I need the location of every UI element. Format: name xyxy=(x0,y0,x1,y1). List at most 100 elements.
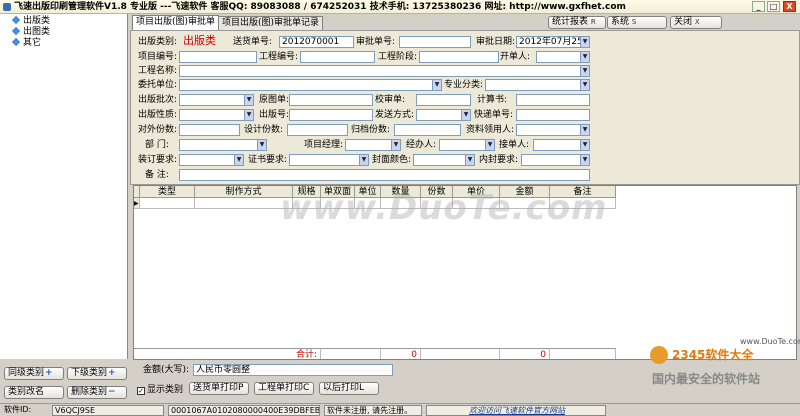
chevron-down-icon[interactable]: ▼ xyxy=(244,110,253,120)
chevron-down-icon[interactable]: ▼ xyxy=(359,155,368,165)
approve-date-picker[interactable]: 2012年07月25日 ▼ xyxy=(516,36,590,48)
specialty-select[interactable]: ▼ xyxy=(485,79,590,91)
archive-copies-field[interactable] xyxy=(394,124,461,136)
handler-select[interactable]: ▼ xyxy=(439,139,495,151)
badge-title: 2345软件大全 xyxy=(672,348,754,362)
project-no-field[interactable] xyxy=(179,51,257,63)
official-site-link[interactable]: 欢迎访问飞速软件官方网站 xyxy=(426,405,606,416)
express-field[interactable] xyxy=(516,109,590,121)
engineering-name-select[interactable]: ▼ xyxy=(179,65,590,77)
type-label: 出版类别: xyxy=(138,37,178,47)
tree-item-publish[interactable]: 出版类 xyxy=(11,15,50,27)
chevron-down-icon[interactable]: ▼ xyxy=(244,95,253,105)
system-button[interactable]: 系统 S xyxy=(607,16,667,29)
chevron-down-icon[interactable]: ▼ xyxy=(391,140,400,150)
chevron-down-icon[interactable]: ▼ xyxy=(580,140,589,150)
send-method-select[interactable]: ▼ xyxy=(416,109,471,121)
chevron-down-icon[interactable]: ▼ xyxy=(432,80,441,90)
chevron-down-icon[interactable]: ▼ xyxy=(580,52,589,62)
engineering-no-field[interactable] xyxy=(300,51,375,63)
close-window-button[interactable]: X xyxy=(783,1,796,12)
dept-label: 部 门: xyxy=(145,140,169,150)
chevron-down-icon[interactable]: ▼ xyxy=(580,37,589,47)
amount-words-field[interactable]: 人民币零圆整 xyxy=(193,364,393,376)
add-child-category-button[interactable]: 下级类别+ xyxy=(67,367,127,380)
print-later-button[interactable]: 以后打印L xyxy=(319,382,379,395)
send-method-label: 发送方式: xyxy=(375,110,415,120)
engineering-name-label: 工程名称: xyxy=(138,66,178,76)
minus-icon: − xyxy=(108,387,116,397)
chevron-down-icon[interactable]: ▼ xyxy=(580,80,589,90)
cover-color-label: 封面颜色: xyxy=(372,155,412,165)
site-badge: 2345软件大全 www.DuoTe.com 国内最安全的软件站 xyxy=(648,337,800,395)
nature-select[interactable]: ▼ xyxy=(179,109,254,121)
minimize-button[interactable]: _ xyxy=(752,1,765,12)
rename-category-button[interactable]: 类别改名 xyxy=(4,386,64,399)
print-send-button[interactable]: 送货单打印P xyxy=(189,382,249,395)
col-type[interactable]: 类型 xyxy=(140,186,195,198)
version-field[interactable] xyxy=(289,109,373,121)
diamond-icon xyxy=(11,15,21,25)
calc-label: 计算书: xyxy=(477,95,508,105)
print-project-button[interactable]: 工程单打印C xyxy=(254,382,314,395)
watermark: www.DuoTe.com xyxy=(280,188,608,228)
inner-select[interactable]: ▼ xyxy=(521,154,590,166)
remark-field[interactable] xyxy=(179,169,590,181)
category-tree[interactable]: 出版类 出图类 其它 xyxy=(0,14,128,359)
total-cell xyxy=(321,348,381,359)
table-cell[interactable] xyxy=(195,198,293,209)
diamond-icon xyxy=(11,37,21,47)
nature-label: 出版性质: xyxy=(138,110,178,120)
chevron-down-icon[interactable]: ▼ xyxy=(234,155,243,165)
receiver-select[interactable]: ▼ xyxy=(516,124,590,136)
chevron-down-icon[interactable]: ▼ xyxy=(485,140,494,150)
col-method[interactable]: 制作方式 xyxy=(195,186,293,198)
external-copies-field[interactable] xyxy=(179,124,240,136)
recipient-select[interactable]: ▼ xyxy=(533,139,590,151)
chevron-down-icon[interactable]: ▼ xyxy=(580,155,589,165)
send-no-label: 送货单号: xyxy=(233,37,273,47)
badge-subtitle: 国内最安全的软件站 xyxy=(652,372,761,386)
show-category-checkbox[interactable]: ✓ 显示类别 xyxy=(137,384,183,396)
diamond-icon xyxy=(11,26,21,36)
design-copies-field[interactable] xyxy=(287,124,348,136)
batch-select[interactable]: ▼ xyxy=(179,94,254,106)
cover-color-select[interactable]: ▼ xyxy=(413,154,475,166)
chevron-down-icon[interactable]: ▼ xyxy=(580,66,589,76)
total-cell xyxy=(550,348,616,359)
chevron-down-icon[interactable]: ▼ xyxy=(257,140,266,150)
type-value: 出版类 xyxy=(183,34,216,47)
original-field[interactable] xyxy=(289,94,373,106)
chevron-down-icon[interactable]: ▼ xyxy=(580,125,589,135)
maximize-button[interactable]: □ xyxy=(767,1,780,12)
tab-bar: 项目出版(图)审批单 项目出版(图)审批单记录 统计报表 R 系统 S 关闭 X xyxy=(130,15,800,30)
proof-field[interactable] xyxy=(416,94,471,106)
chevron-down-icon[interactable]: ▼ xyxy=(461,110,470,120)
dept-select[interactable]: ▼ xyxy=(179,139,267,151)
client-select[interactable]: ▼ xyxy=(179,79,442,91)
stage-field[interactable] xyxy=(419,51,499,63)
opener-select[interactable]: ▼ xyxy=(536,51,590,63)
manager-select[interactable]: ▼ xyxy=(345,139,401,151)
tab-approval-form[interactable]: 项目出版(图)审批单 xyxy=(132,15,220,30)
manager-label: 项目经理: xyxy=(304,140,344,150)
opener-label: 开单人: xyxy=(500,52,531,62)
tree-item-other[interactable]: 其它 xyxy=(11,37,41,49)
title-bar: 飞速出版印刷管理软件V1.8 专业版 ---飞速软件 客服QQ: 8908308… xyxy=(0,0,800,14)
chevron-down-icon[interactable]: ▼ xyxy=(465,155,474,165)
add-sibling-category-button[interactable]: 同级类别+ xyxy=(4,367,64,380)
binding-select[interactable]: ▼ xyxy=(179,154,244,166)
project-no-label: 项目编号: xyxy=(138,52,178,62)
delete-category-button[interactable]: 删除类别− xyxy=(67,386,127,399)
send-no-field[interactable]: 2012070001 xyxy=(279,36,354,48)
tree-item-drawing[interactable]: 出图类 xyxy=(11,26,50,38)
close-button[interactable]: 关闭 X xyxy=(670,16,722,29)
inner-label: 内封要求: xyxy=(479,155,519,165)
stats-report-button[interactable]: 统计报表 R xyxy=(548,16,606,29)
calc-field[interactable] xyxy=(516,94,590,106)
tab-approval-records[interactable]: 项目出版(图)审批单记录 xyxy=(218,16,324,30)
binding-label: 装订要求: xyxy=(138,155,178,165)
cert-select[interactable]: ▼ xyxy=(289,154,369,166)
approve-no-field[interactable] xyxy=(399,36,471,48)
table-cell[interactable] xyxy=(140,198,195,209)
